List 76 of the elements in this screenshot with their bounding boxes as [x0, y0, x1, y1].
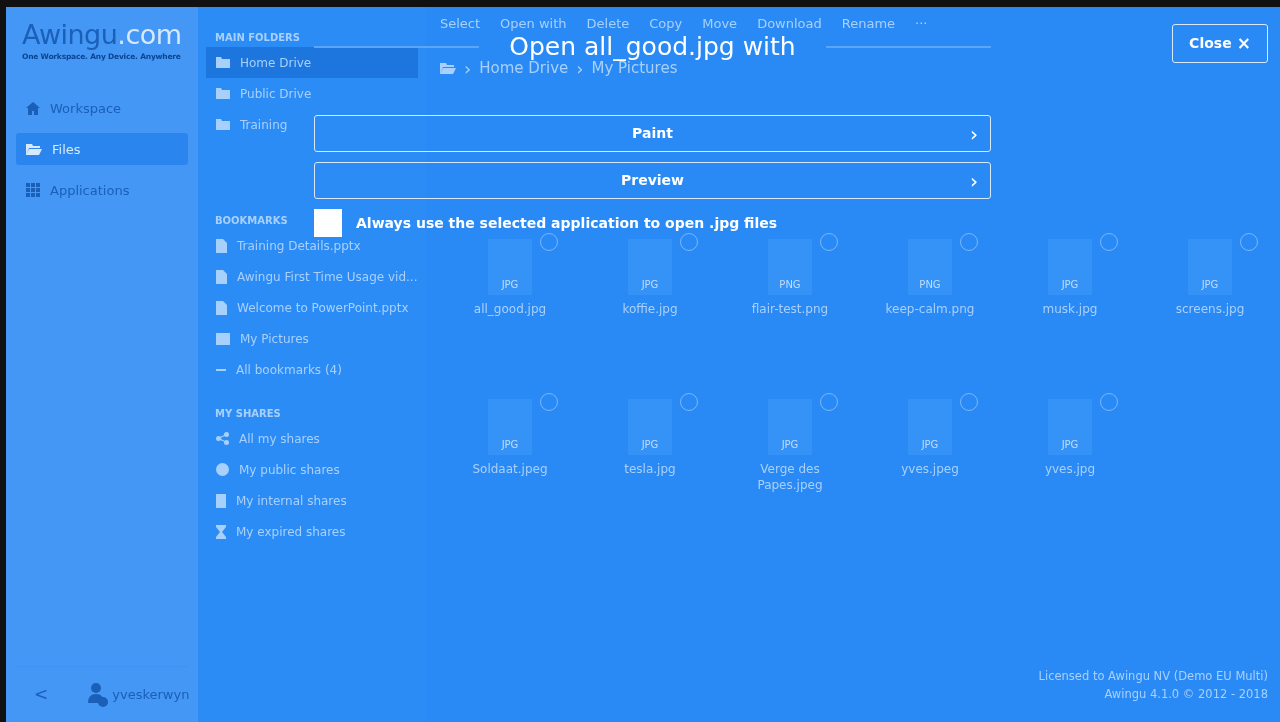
- folder-item[interactable]: My internal shares: [206, 485, 418, 516]
- file-name[interactable]: keep-calm.png: [880, 301, 980, 318]
- app-option-button[interactable]: Preview ›: [314, 162, 991, 199]
- document-icon: [216, 269, 227, 284]
- file-type-icon: JPG: [908, 399, 952, 455]
- close-button[interactable]: Close ×: [1172, 24, 1268, 63]
- file-name[interactable]: musk.jpg: [1020, 301, 1120, 318]
- hourglass-icon: [216, 524, 226, 539]
- toolbar-button[interactable]: Copy: [649, 14, 683, 34]
- sidebar-item[interactable]: Workspace: [16, 92, 188, 125]
- file-type-icon: JPG: [1048, 239, 1092, 295]
- file-type-icon: JPG: [488, 399, 532, 455]
- file-type-icon: PNG: [768, 239, 812, 295]
- section-heading: BOOKMARKS: [215, 213, 288, 228]
- file-type-icon: JPG: [1048, 399, 1092, 455]
- folder-item[interactable]: All my shares: [206, 423, 418, 454]
- file-type-icon: JPG: [768, 399, 812, 455]
- document-icon: [216, 300, 227, 315]
- toolbar-button[interactable]: Select: [440, 14, 481, 34]
- document-icon: [216, 238, 227, 253]
- folder-icon: [216, 119, 230, 130]
- folder-item[interactable]: Welcome to PowerPoint.pptx: [206, 292, 418, 323]
- file-name[interactable]: yves.jpg: [1020, 461, 1120, 478]
- section-heading: MAIN FOLDERS: [215, 30, 300, 45]
- file-name[interactable]: screens.jpg: [1160, 301, 1260, 318]
- folder-item[interactable]: Home Drive: [206, 47, 418, 78]
- folder-item[interactable]: Training Details.pptx: [206, 230, 418, 261]
- checkbox-label: Always use the selected application to open .jpg files: [356, 213, 778, 233]
- toolbar-button[interactable]: Rename: [841, 14, 896, 34]
- folder-icon: [216, 57, 230, 68]
- file-type-icon: JPG: [1188, 239, 1232, 295]
- globe-icon: [216, 463, 229, 476]
- dash-icon: [216, 368, 226, 371]
- grid-icon: [26, 183, 40, 198]
- folder-item[interactable]: My Pictures: [206, 323, 418, 354]
- toolbar-button[interactable]: Move: [702, 14, 738, 34]
- share-icon: [216, 432, 229, 445]
- file-name[interactable]: Verge des Papes.jpeg: [740, 461, 840, 494]
- folder-item[interactable]: Public Drive: [206, 78, 418, 109]
- folder-item[interactable]: My public shares: [206, 454, 418, 485]
- logo-text: Awingu.com: [21, 21, 182, 48]
- toolbar-button[interactable]: Download: [757, 14, 822, 34]
- file-name[interactable]: flair-test.png: [740, 301, 840, 318]
- app-option-button[interactable]: Paint ›: [314, 115, 991, 152]
- footer-text: Licensed to Awingu NV (Demo EU Multi): [1037, 668, 1268, 686]
- toolbar-button[interactable]: ···: [915, 14, 928, 34]
- user-name: yveskerwyn: [112, 685, 190, 704]
- section-heading: MY SHARES: [215, 406, 281, 421]
- file-type-icon: JPG: [628, 399, 672, 455]
- footer-text: Awingu 4.1.0 © 2012 - 2018: [1103, 686, 1268, 704]
- chevron-icon: ›: [970, 118, 978, 149]
- user-icon: [88, 682, 109, 707]
- sidebar-item[interactable]: Files: [16, 133, 188, 166]
- toolbar-button[interactable]: Open with: [500, 14, 567, 34]
- toolbar-button[interactable]: Delete: [586, 14, 630, 34]
- folder-icon: [440, 62, 456, 74]
- file-type-icon: JPG: [628, 239, 672, 295]
- chevron-icon: ›: [970, 165, 978, 196]
- folder-icon: [216, 88, 230, 99]
- breadcrumb-separator: ›: [464, 56, 472, 81]
- checkbox[interactable]: [314, 209, 342, 237]
- folder-icon: [26, 143, 42, 156]
- file-name[interactable]: tesla.jpg: [600, 461, 700, 478]
- file-name[interactable]: koffie.jpg: [600, 301, 700, 318]
- sidebar-item[interactable]: Applications: [16, 174, 188, 207]
- folder-item[interactable]: Awingu First Time Usage vid...: [206, 261, 418, 292]
- file-type-icon: JPG: [488, 239, 532, 295]
- file-name[interactable]: Soldaat.jpeg: [460, 461, 560, 478]
- collapse-button[interactable]: <: [34, 681, 49, 708]
- home-icon: [26, 101, 40, 115]
- file-name[interactable]: all_good.jpg: [460, 301, 560, 318]
- image-icon: [216, 332, 230, 345]
- file-name[interactable]: yves.jpeg: [880, 461, 980, 478]
- folder-item[interactable]: My expired shares: [206, 516, 418, 547]
- file-type-icon: PNG: [908, 239, 952, 295]
- folder-item[interactable]: All bookmarks (4): [206, 354, 418, 385]
